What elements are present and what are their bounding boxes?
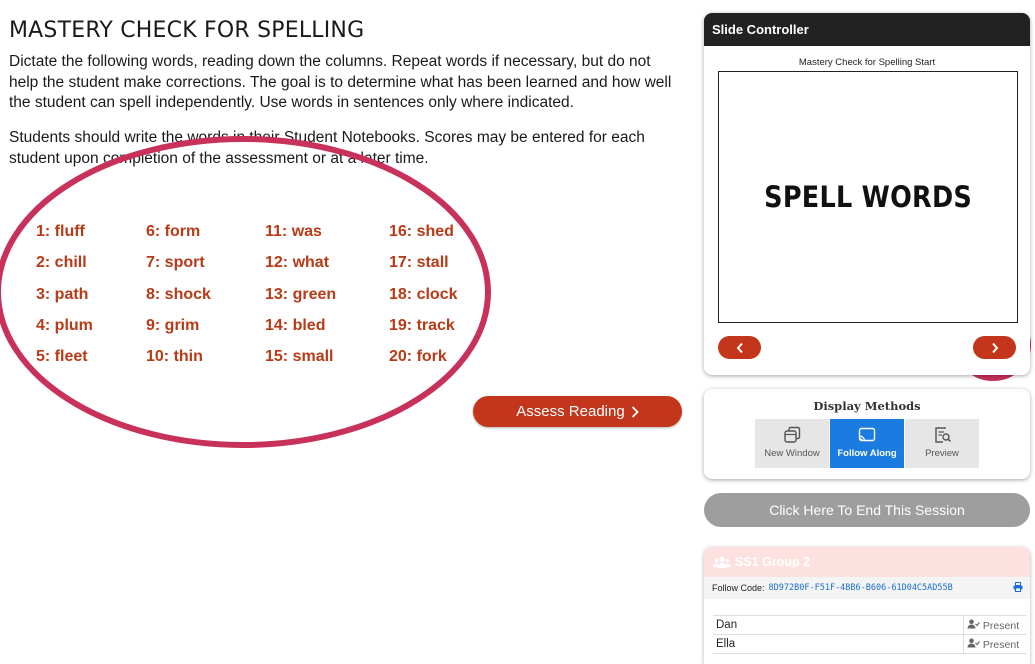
spelling-word: 16: shed [389, 223, 454, 240]
table-row: Ella Present [713, 634, 1026, 654]
spelling-word: 19: track [389, 317, 455, 334]
page-title: MASTERY CHECK FOR SPELLING [9, 18, 365, 43]
chevron-right-icon [631, 405, 639, 418]
new-window-icon [784, 426, 801, 443]
group-header: SS1 Group 2 [704, 547, 1030, 577]
end-session-button[interactable]: Click Here To End This Session [704, 493, 1030, 527]
chevron-left-icon [736, 342, 743, 353]
spelling-word: 13: green [265, 286, 337, 303]
slide-text: SPELL WORDS [764, 180, 972, 214]
spelling-word: 20: fork [389, 348, 447, 365]
users-icon [713, 556, 731, 568]
spelling-word: 12: what [265, 254, 330, 271]
slide-controller-header: Slide Controller [704, 13, 1030, 46]
group-name: SS1 Group 2 [735, 555, 811, 569]
preview-icon [935, 427, 952, 443]
preview-label: Preview [925, 448, 959, 459]
assess-reading-button[interactable]: Assess Reading [473, 396, 682, 427]
follow-along-button[interactable]: Follow Along [830, 419, 904, 468]
spelling-word: 3: path [36, 286, 89, 303]
instructions-paragraph: Dictate the following words, reading dow… [9, 53, 672, 111]
spelling-word: 1: fluff [36, 223, 85, 240]
spelling-word: 14: bled [265, 317, 326, 334]
new-window-button[interactable]: New Window [755, 419, 829, 468]
display-methods-title: Display Methods [813, 399, 921, 413]
assess-reading-label: Assess Reading [516, 403, 625, 420]
spelling-word: 2: chill [36, 254, 87, 271]
spelling-word: 9: grim [146, 317, 200, 334]
status-label: Present [982, 619, 1020, 632]
spelling-word: 15: small [265, 348, 334, 365]
user-check-icon [967, 619, 980, 628]
next-slide-button[interactable] [973, 336, 1016, 359]
chevron-right-icon [991, 342, 998, 353]
spelling-word: 11: was [265, 223, 322, 240]
spelling-word: 8: shock [146, 286, 211, 303]
spelling-word: 4: plum [36, 317, 93, 334]
spelling-word: 17: stall [389, 254, 449, 271]
user-check-icon [967, 638, 980, 647]
spelling-word: 18: clock [389, 286, 458, 303]
attendance-status[interactable]: Present [963, 615, 1026, 635]
follow-code-row: Follow Code: 8D972B0F-F51F-4BB6-B606-61D… [704, 577, 1030, 599]
spelling-word: 6: form [146, 223, 201, 240]
group-panel: SS1 Group 2 Follow Code: 8D972B0F-F51F-4… [704, 547, 1030, 664]
slide-preview: SPELL WORDS [718, 71, 1018, 323]
notebook-paragraph: Students should write the words in their… [9, 129, 645, 167]
status-label: Present [982, 638, 1020, 651]
attendance-status[interactable]: Present [963, 634, 1026, 654]
spelling-word: 5: fleet [36, 348, 88, 365]
follow-code-value[interactable]: 8D972B0F-F51F-4BB6-B606-61D04C5AD55B [769, 583, 953, 593]
slide-caption: Mastery Check for Spelling Start [798, 57, 936, 68]
follow-code-label: Follow Code: [712, 583, 765, 593]
print-icon[interactable] [1013, 582, 1023, 592]
spelling-word: 7: sport [146, 254, 205, 271]
display-methods-panel: Display Methods New Window Follow Along … [704, 389, 1030, 479]
student-name: Ella [713, 634, 964, 654]
student-name: Dan [713, 615, 964, 635]
follow-along-label: Follow Along [837, 448, 897, 459]
table-row: Dan Present [713, 615, 1026, 635]
previous-slide-button[interactable] [718, 336, 761, 359]
new-window-label: New Window [764, 448, 820, 459]
preview-button[interactable]: Preview [905, 419, 979, 468]
slide-controller-panel: Slide Controller Mastery Check for Spell… [704, 13, 1030, 375]
cast-icon [858, 427, 876, 442]
student-roster: Dan Present Ella Present [713, 615, 1026, 654]
spelling-word: 10: thin [146, 348, 203, 365]
